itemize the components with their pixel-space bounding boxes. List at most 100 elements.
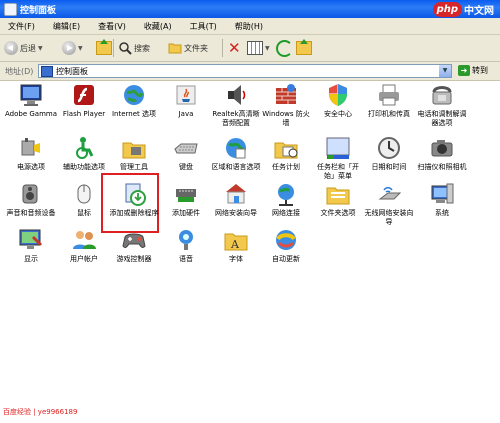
chevron-down-icon: ▼: [265, 44, 270, 52]
scheduled-tasks-icon: [273, 135, 299, 161]
folders-button[interactable]: 文件夹: [168, 39, 208, 57]
menu-tools[interactable]: 工具(T): [190, 21, 217, 32]
item-label: 网络安装向导: [215, 209, 257, 217]
menu-favorites[interactable]: 收藏(A): [144, 21, 172, 32]
item-label: 添加硬件: [172, 209, 200, 217]
menu-help[interactable]: 帮助(H): [235, 21, 263, 32]
region-icon: [223, 135, 249, 161]
accessibility-icon: [71, 135, 97, 161]
control-panel-item[interactable]: 用户帐户: [58, 227, 110, 279]
go-arrow-icon: ➜: [458, 65, 470, 76]
admin-tools-icon: [121, 135, 147, 161]
phone-icon: [429, 82, 455, 108]
delete-button[interactable]: ✕: [228, 39, 241, 57]
views-button[interactable]: ▼: [247, 39, 270, 57]
control-panel-item[interactable]: 安全中心: [312, 82, 364, 134]
refresh-button[interactable]: [276, 39, 293, 57]
address-dropdown-icon[interactable]: ▼: [439, 65, 451, 77]
item-label: 添加或删除程序: [109, 209, 159, 217]
search-button[interactable]: 搜索: [118, 39, 150, 57]
control-panel-item[interactable]: Internet 选项: [108, 82, 160, 134]
control-panel-item[interactable]: 声音和音频设备: [5, 181, 57, 233]
item-label: 自动更新: [272, 255, 300, 263]
back-arrow-icon: [4, 41, 18, 55]
address-bar: 地址(D) 控制面板 ▼ ➜ 转到: [0, 62, 500, 81]
taskbar-icon: [325, 135, 351, 161]
item-label: 声音和音频设备: [6, 209, 56, 217]
control-panel-item[interactable]: Adobe Gamma: [5, 82, 57, 134]
globe-icon: [121, 82, 147, 108]
add-remove-icon: [121, 181, 147, 207]
control-panel-item[interactable]: 添加或删除程序: [108, 181, 160, 233]
back-button[interactable]: 后退 ▼: [4, 39, 43, 57]
menu-file[interactable]: 文件(F): [8, 21, 35, 32]
control-panel-item[interactable]: 日期和时间: [363, 135, 415, 187]
control-panel-item[interactable]: 添加硬件: [160, 181, 212, 233]
control-panel-item[interactable]: 无线网络安装向导: [363, 181, 415, 233]
control-panel-item[interactable]: 任务计划: [260, 135, 312, 187]
chevron-down-icon: ▼: [38, 44, 43, 52]
control-panel-item[interactable]: A 字体: [210, 227, 262, 279]
go-label: 转到: [472, 66, 488, 75]
control-panel-item[interactable]: 鼠标: [58, 181, 110, 233]
control-panel-item[interactable]: 辅助功能选项: [58, 135, 110, 187]
item-label: Windows 防火墙: [262, 110, 310, 127]
control-panel-item[interactable]: 区域和语言选项: [210, 135, 262, 187]
item-label: 区域和语言选项: [211, 163, 261, 171]
control-panel-item[interactable]: 网络连接: [260, 181, 312, 233]
title-bar[interactable]: 控制面板 php 中文网: [0, 0, 500, 18]
control-panel-item[interactable]: 游戏控制器: [108, 227, 160, 279]
control-panel-item[interactable]: 管理工具: [108, 135, 160, 187]
item-label: 鼠标: [77, 209, 91, 217]
fonts-icon: A: [223, 227, 249, 253]
control-panel-item[interactable]: 显示: [5, 227, 57, 279]
folder-up-icon: [296, 39, 312, 55]
control-panel-item[interactable]: Realtek高清晰音频配置: [210, 82, 262, 134]
search-icon: [119, 42, 132, 55]
control-panel-item[interactable]: 语音: [160, 227, 212, 279]
control-panel-item[interactable]: 电源选项: [5, 135, 57, 187]
item-label: 电话和调制解调器选项: [417, 110, 467, 127]
up-button[interactable]: [96, 39, 112, 57]
control-panel-item[interactable]: 电话和调制解调器选项: [416, 82, 468, 134]
item-label: 打印机和传真: [368, 110, 410, 118]
control-panel-item[interactable]: 自动更新: [260, 227, 312, 279]
item-label: Flash Player: [62, 110, 106, 118]
menu-edit[interactable]: 编辑(E): [53, 21, 80, 32]
control-panel-item[interactable]: Java: [160, 82, 212, 134]
menu-view[interactable]: 查看(V): [98, 21, 126, 32]
item-label: 安全中心: [324, 110, 352, 118]
address-input[interactable]: 控制面板 ▼: [38, 64, 452, 78]
item-label: 辅助功能选项: [63, 163, 105, 171]
folder-up-button[interactable]: [296, 39, 312, 57]
control-panel-item[interactable]: Flash Player: [58, 82, 110, 134]
control-panel-icon: [4, 3, 17, 16]
control-panel-item[interactable]: Windows 防火墙: [260, 82, 312, 134]
speech-icon: [173, 227, 199, 253]
wireless-icon: [376, 181, 402, 207]
forward-button[interactable]: ▼: [62, 39, 83, 57]
control-panel-item[interactable]: 文件夹选项: [312, 181, 364, 233]
control-panel-item[interactable]: 键盘: [160, 135, 212, 187]
monitor-icon: [18, 82, 44, 108]
control-panel-item[interactable]: 扫描仪和照相机: [416, 135, 468, 187]
item-label: 日期和时间: [371, 163, 407, 171]
control-panel-item[interactable]: 任务栏和「开始」菜单: [312, 135, 364, 187]
toolbar-separator: [222, 39, 223, 57]
control-panel-item[interactable]: 打印机和传真: [363, 82, 415, 134]
item-label: Realtek高清晰音频配置: [212, 110, 260, 127]
item-label: 系统: [435, 209, 449, 217]
views-icon: [247, 41, 263, 55]
speaker-icon: [223, 82, 249, 108]
item-label: 扫描仪和照相机: [417, 163, 467, 171]
control-panel-item[interactable]: 网络安装向导: [210, 181, 262, 233]
go-button[interactable]: ➜ 转到: [458, 65, 488, 76]
item-label: 显示: [24, 255, 38, 263]
control-panel-items: Adobe Gamma Flash Player Internet 选项 Java Re…: [0, 81, 500, 381]
search-label: 搜索: [134, 43, 150, 53]
item-label: 任务栏和「开始」菜单: [317, 163, 359, 180]
control-panel-item[interactable]: 系统: [416, 181, 468, 233]
folders-label: 文件夹: [184, 43, 208, 53]
firewall-icon: [273, 82, 299, 108]
clock-icon: [376, 135, 402, 161]
